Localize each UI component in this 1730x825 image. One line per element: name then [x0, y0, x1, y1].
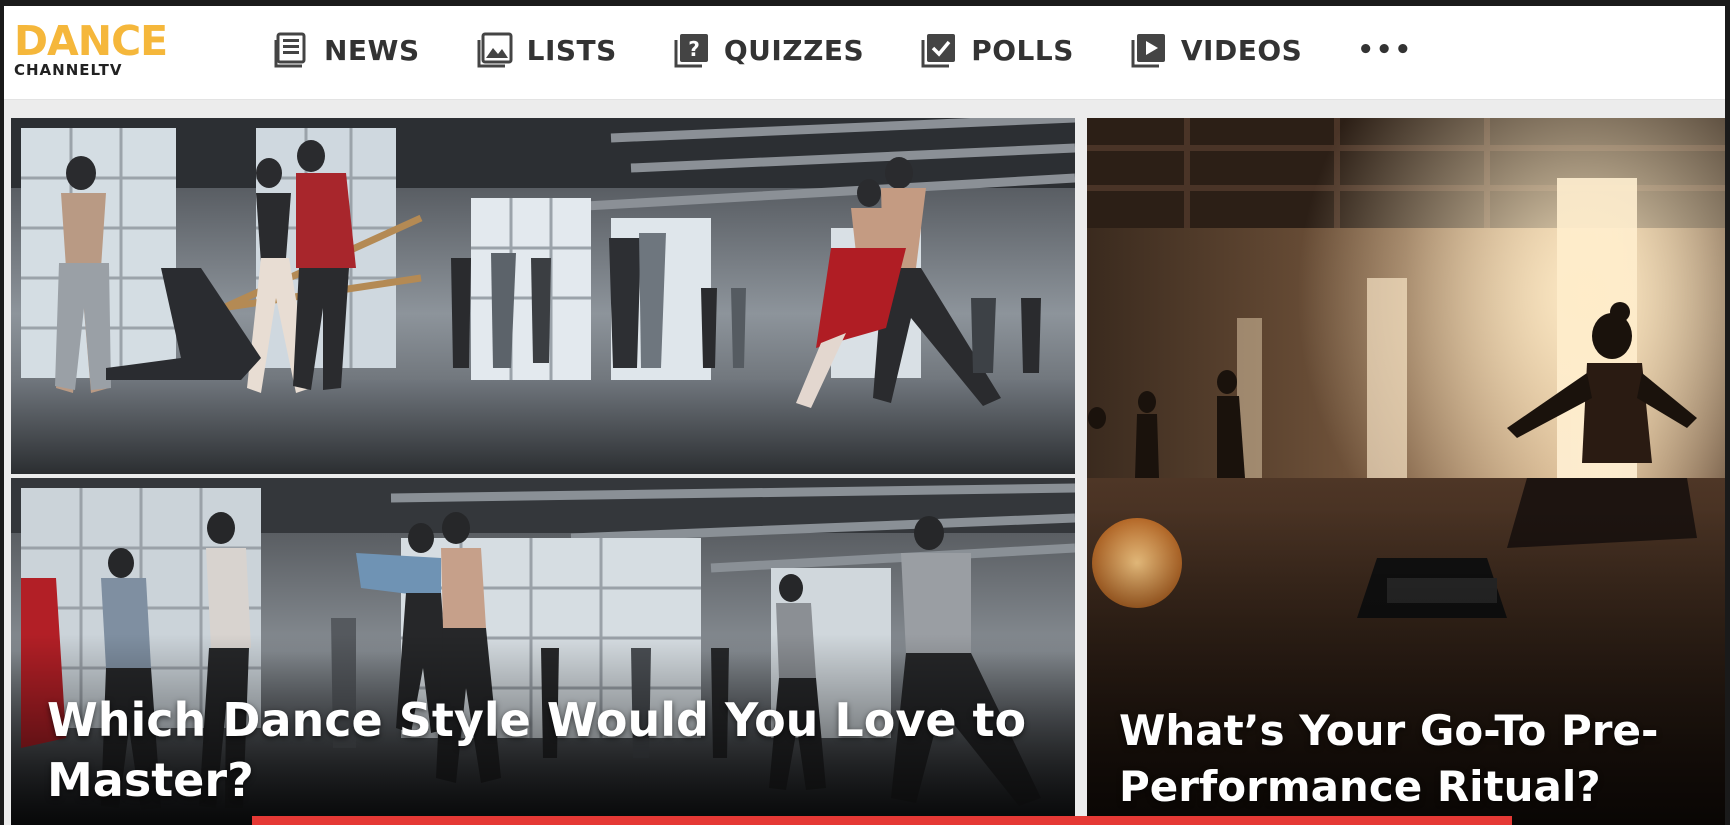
- site-header: DANCE CHANNELTV NEWS LISTS ? QUIZZES POL…: [4, 6, 1725, 100]
- article-card-dance-style-quiz[interactable]: Which Dance Style Would You Love to Mast…: [11, 478, 1075, 825]
- nav-label-news: NEWS: [324, 33, 420, 67]
- svg-text:?: ?: [688, 37, 700, 61]
- article-title-pre-performance[interactable]: What’s Your Go-To Pre-Performance Ritual…: [1119, 703, 1709, 815]
- nav-item-news[interactable]: NEWS: [272, 30, 420, 70]
- image-icon: [477, 32, 513, 68]
- play-icon: [1131, 34, 1165, 68]
- nav-label-lists: LISTS: [526, 33, 617, 67]
- article-image-ballet-studio: [11, 118, 1075, 474]
- logo-primary-text: DANCE: [14, 17, 168, 65]
- page: DANCE CHANNELTV NEWS LISTS ? QUIZZES POL…: [4, 6, 1725, 825]
- nav-label-videos: VIDEOS: [1180, 33, 1303, 67]
- site-logo[interactable]: DANCE CHANNELTV: [14, 21, 189, 81]
- nav-label-polls: POLLS: [971, 33, 1074, 67]
- checkbox-icon: [921, 34, 956, 68]
- article-title-dance-style[interactable]: Which Dance Style Would You Love to Mast…: [47, 690, 1027, 810]
- nav-label-quizzes: QUIZZES: [723, 33, 865, 67]
- more-menu-button[interactable]: •••: [1357, 35, 1413, 65]
- nav-item-videos[interactable]: VIDEOS: [1129, 30, 1302, 70]
- nav-item-quizzes[interactable]: ? QUIZZES: [672, 30, 864, 70]
- logo-secondary-text: CHANNELTV: [14, 61, 123, 79]
- question-icon: ?: [674, 34, 708, 68]
- article-card-dance-studio[interactable]: [11, 118, 1075, 474]
- article-card-pre-performance-ritual[interactable]: What’s Your Go-To Pre-Performance Ritual…: [1087, 118, 1725, 825]
- news-icon: [274, 32, 306, 68]
- nav-item-lists[interactable]: LISTS: [475, 30, 617, 70]
- main-nav: NEWS LISTS ? QUIZZES POLLS VIDEOS •••: [272, 28, 1413, 72]
- loading-progress-bar: [252, 816, 1512, 825]
- nav-item-polls[interactable]: POLLS: [919, 30, 1074, 70]
